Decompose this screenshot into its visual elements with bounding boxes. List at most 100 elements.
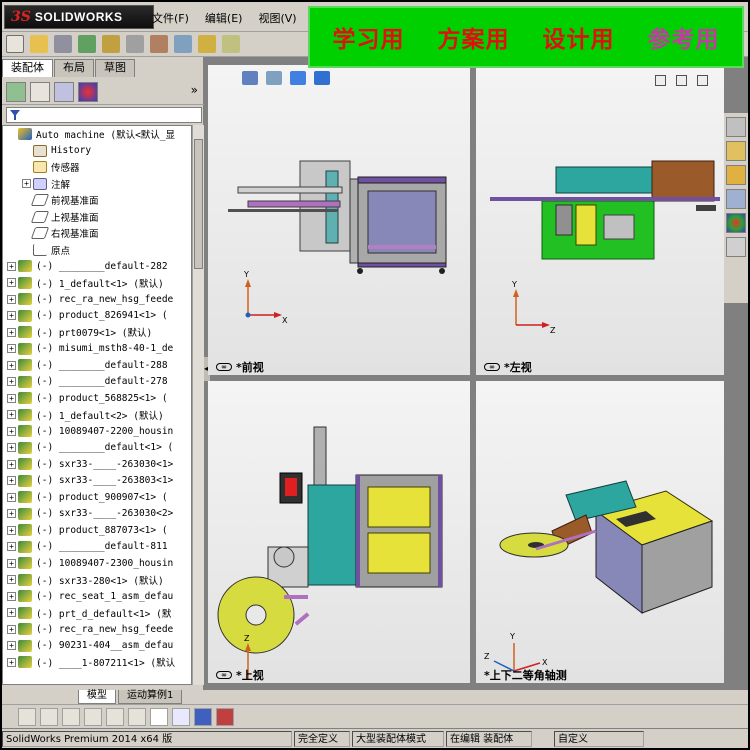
appearances-icon[interactable] (726, 213, 746, 233)
tree-row[interactable]: + 注解 (3, 176, 191, 193)
tree-row[interactable]: History (3, 143, 191, 160)
close-viewport-icon[interactable] (697, 75, 708, 86)
view-orientation-icon[interactable] (314, 71, 330, 85)
print-icon[interactable] (126, 35, 144, 53)
single-view-icon[interactable] (150, 707, 168, 726)
expand-icon[interactable]: + (7, 327, 16, 337)
expand-icon[interactable]: + (7, 294, 16, 304)
gear-icon[interactable] (150, 35, 168, 53)
tree-row[interactable]: + (-) 1_default<1> (默认) (3, 275, 191, 292)
tree-row[interactable]: + (-) rec_ra_new_hsg_feede (3, 291, 191, 308)
expand-icon[interactable]: + (7, 459, 16, 469)
solidworks-resources-icon[interactable] (726, 117, 746, 137)
expand-icon[interactable]: + (7, 575, 16, 585)
tab-motion-study[interactable]: 运动算例1 (118, 690, 183, 704)
viewport-isometric[interactable]: Y X Z *上下二等角轴测 (476, 381, 724, 683)
expand-icon[interactable]: + (7, 377, 16, 387)
expand-icon[interactable]: + (7, 344, 16, 354)
hide-show-icon[interactable] (62, 707, 80, 726)
link-views-icon[interactable] (216, 707, 234, 726)
mate-icon[interactable] (78, 35, 96, 53)
graphics-area[interactable]: ◂ Y X ∞ *前视 Y Z ∞ *左视 Z ∞ *上视 Y X Z *上下二… (204, 57, 748, 690)
tree-row[interactable]: Auto machine (默认<默认_显 (3, 126, 191, 143)
design-library-icon[interactable] (726, 141, 746, 161)
menu-edit[interactable]: 编辑(E) (205, 10, 243, 26)
expand-icon[interactable]: + (7, 509, 16, 519)
menu-file[interactable]: 文件(F) (152, 10, 189, 26)
maximize-viewport-icon[interactable] (676, 75, 687, 86)
tree-row[interactable]: + (-) ________default-288 (3, 357, 191, 374)
expand-icon[interactable]: + (7, 360, 16, 370)
file-explorer-icon[interactable] (726, 165, 746, 185)
expand-icon[interactable]: + (7, 657, 16, 667)
expand-icon[interactable]: + (7, 492, 16, 502)
expand-icon[interactable]: + (7, 641, 16, 651)
sketch-icon[interactable] (198, 35, 216, 53)
tree-row[interactable]: + (-) rec_seat_1_asm_defau (3, 588, 191, 605)
view-palette-icon[interactable] (726, 189, 746, 209)
tree-row[interactable]: + (-) sxr33-____-263030<2> (3, 506, 191, 523)
expand-icon[interactable]: + (7, 624, 16, 634)
tree-row[interactable]: + (-) 10089407-2200_housin (3, 423, 191, 440)
tree-row[interactable]: + (-) prt0079<1> (默认) (3, 324, 191, 341)
tree-row[interactable]: 前视基准面 (3, 192, 191, 209)
more-chevron-icon[interactable]: » (191, 83, 198, 97)
tree-row[interactable]: + (-) 1_default<2> (默认) (3, 407, 191, 424)
section-view-icon[interactable] (290, 71, 306, 85)
tree-row[interactable]: + (-) product_900907<1> ( (3, 489, 191, 506)
property-manager-icon[interactable] (30, 81, 50, 102)
tree-row[interactable]: + (-) sxr33-____-263803<1> (3, 473, 191, 490)
tab-layout[interactable]: 布局 (54, 59, 94, 77)
four-view-icon[interactable] (194, 707, 212, 726)
list-icon[interactable] (84, 707, 102, 726)
tree-row[interactable]: + (-) 10089407-2300_housin (3, 555, 191, 572)
zoom-fit-icon[interactable] (242, 71, 258, 85)
tab-assembly[interactable]: 装配体 (2, 59, 53, 77)
solidworks-logo[interactable]: 3S SOLIDWORKS (4, 5, 154, 29)
open-folder-icon[interactable] (30, 35, 48, 53)
expand-icon[interactable]: + (7, 476, 16, 486)
view-sync-icon[interactable] (128, 707, 146, 726)
configuration-manager-icon[interactable] (54, 81, 74, 102)
expand-icon[interactable]: + (7, 443, 16, 453)
tree-row[interactable]: + (-) sxr33-____-263030<1> (3, 456, 191, 473)
expand-icon[interactable]: + (7, 393, 16, 403)
tree-row[interactable]: + (-) prt_d_default<1> (默 (3, 605, 191, 622)
expand-icon[interactable]: + (7, 591, 16, 601)
expand-icon[interactable]: + (22, 179, 31, 189)
expand-icon[interactable]: + (7, 608, 16, 618)
tree-row[interactable]: + (-) ________default-278 (3, 374, 191, 391)
tree-row[interactable]: + (-) product_887073<1> ( (3, 522, 191, 539)
tree-row[interactable]: + (-) ____1-807211<1> (默认 (3, 654, 191, 671)
component-icon[interactable] (102, 35, 120, 53)
tree-scrollbar[interactable] (192, 125, 204, 685)
tree-row[interactable]: + (-) misumi_msth8-40-1_de (3, 341, 191, 358)
tree-row[interactable]: + (-) product_568825<1> ( (3, 390, 191, 407)
tree-row[interactable]: + (-) rec_ra_new_hsg_feede (3, 621, 191, 638)
expand-icon[interactable]: + (7, 410, 16, 420)
display-style-icon[interactable] (40, 707, 58, 726)
bom-icon[interactable] (174, 35, 192, 53)
expand-icon[interactable]: + (7, 426, 16, 436)
feature-tree-icon[interactable] (6, 81, 26, 102)
tree-row[interactable]: 原点 (3, 242, 191, 259)
zoom-area-icon[interactable] (266, 71, 282, 85)
expand-icon[interactable]: + (7, 261, 16, 271)
two-view-icon[interactable] (172, 707, 190, 726)
tree-row[interactable]: + (-) sxr33-280<1> (默认) (3, 572, 191, 589)
tab-model[interactable]: 模型 (78, 690, 116, 704)
expand-icon[interactable]: + (7, 311, 16, 321)
appearance-icon[interactable] (78, 81, 98, 102)
options-icon[interactable] (222, 35, 240, 53)
tree-row[interactable]: 传感器 (3, 159, 191, 176)
tree-row[interactable]: + (-) ________default-811 (3, 539, 191, 556)
viewport-front[interactable]: Y X ∞ *前视 (208, 65, 470, 375)
tab-sketch[interactable]: 草图 (95, 59, 135, 77)
tree-filter-input[interactable] (6, 107, 202, 123)
scrollbar-thumb[interactable] (194, 139, 203, 269)
expand-icon[interactable]: + (7, 558, 16, 568)
grid-icon[interactable] (106, 707, 124, 726)
custom-properties-icon[interactable] (726, 237, 746, 257)
viewport-left[interactable]: Y Z ∞ *左视 (476, 65, 724, 375)
pencil-icon[interactable] (54, 35, 72, 53)
